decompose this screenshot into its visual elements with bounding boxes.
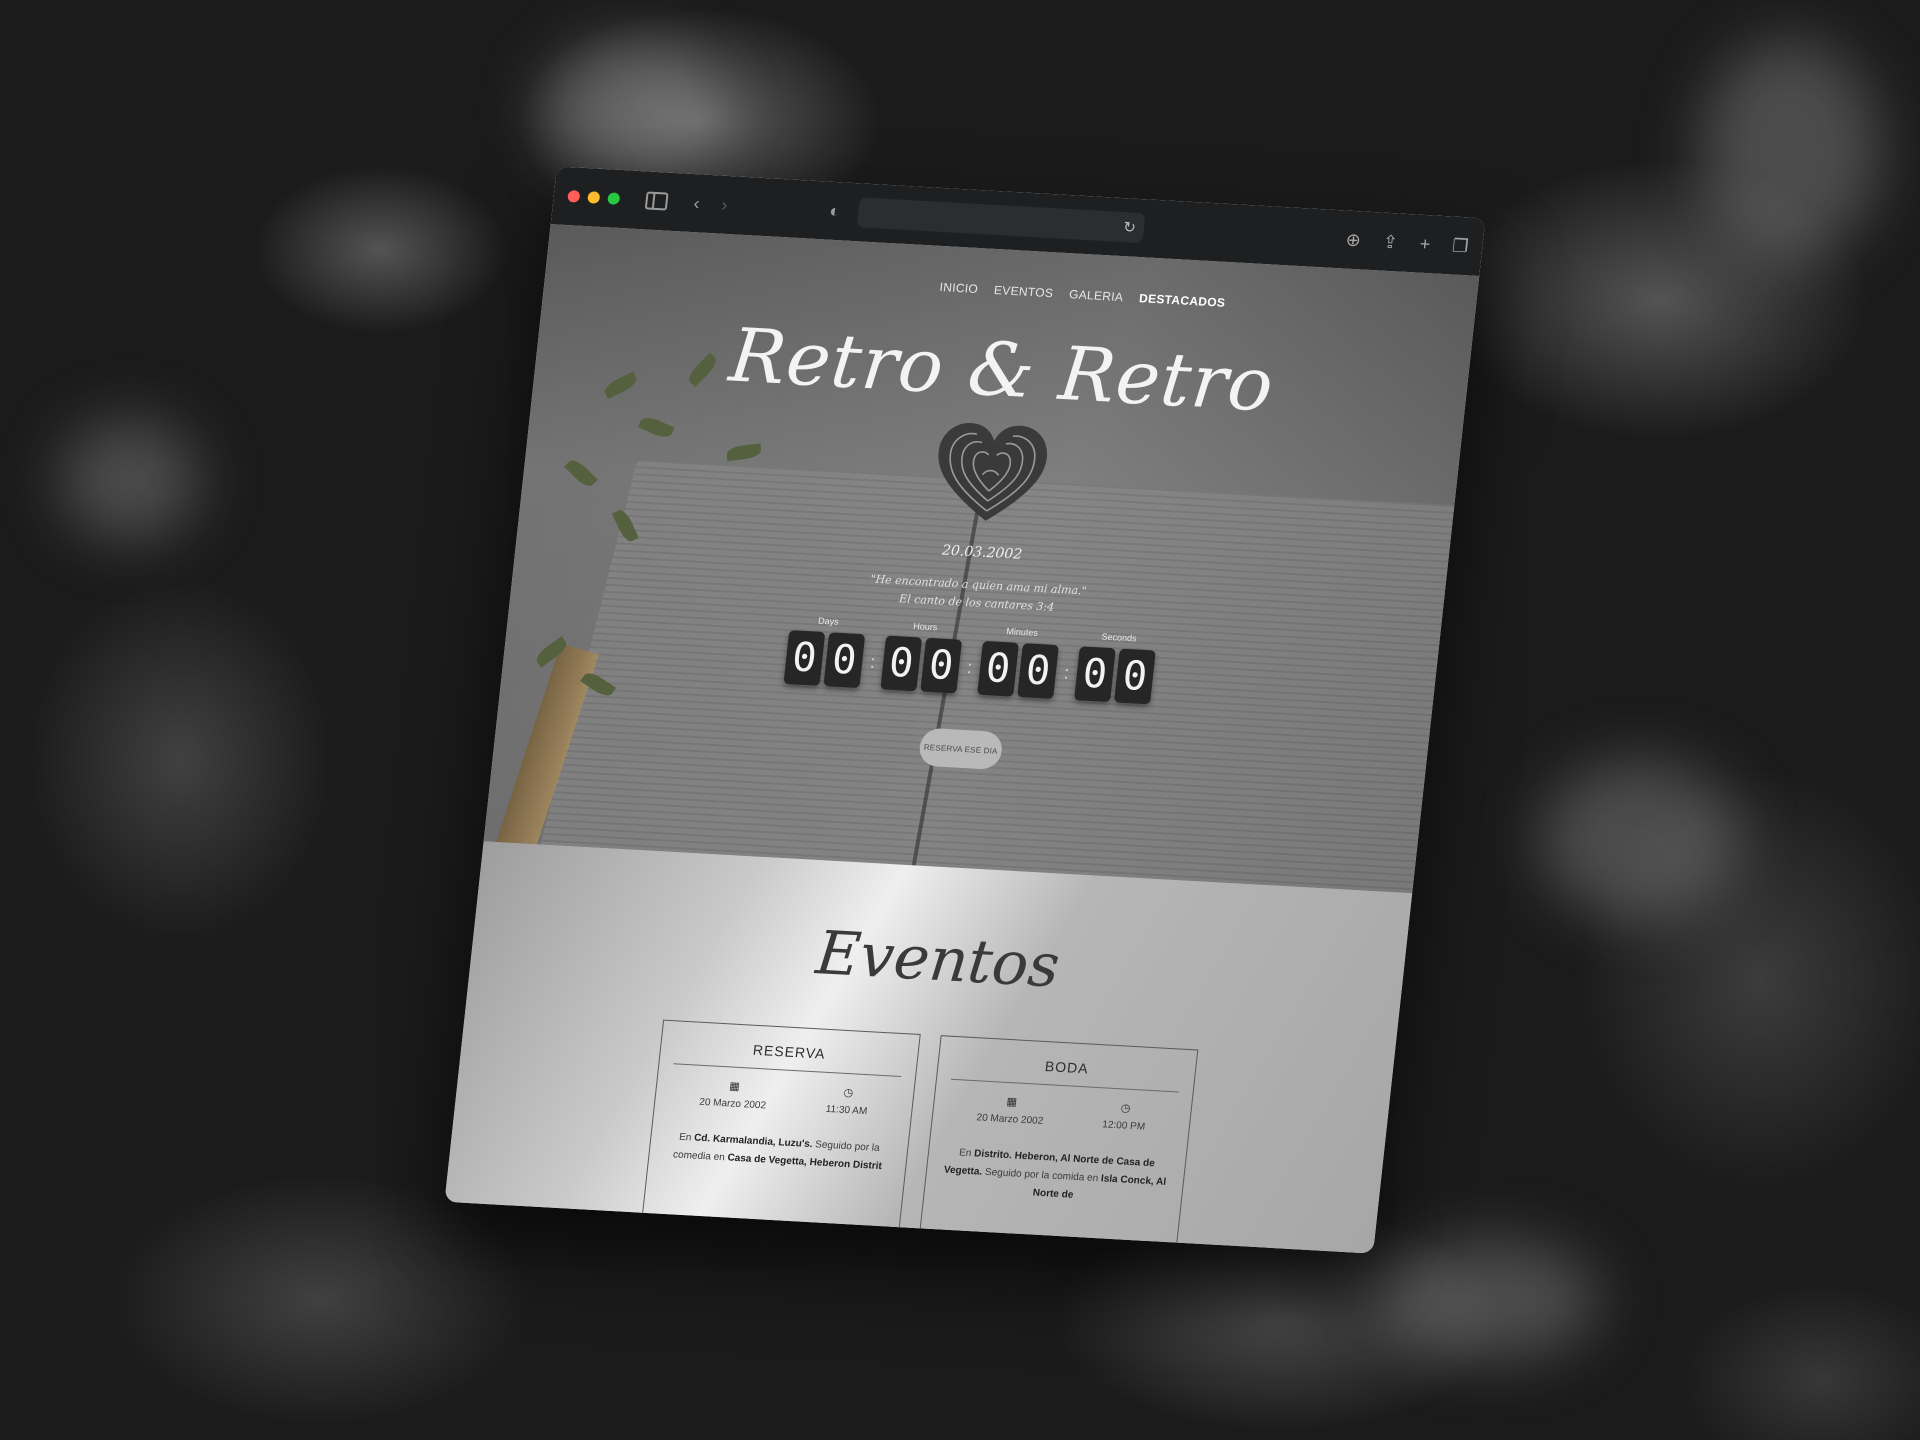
web-page: INICIO EVENTOS GALERIA DESTACADOS Retro … — [444, 224, 1480, 1254]
background-blur — [1380, 1240, 1600, 1360]
seconds-label: Seconds — [1101, 631, 1138, 644]
nav-item-inicio[interactable]: INICIO — [939, 280, 979, 296]
calendar-icon: ▦ — [1005, 1095, 1018, 1109]
countdown-digit: 0 — [823, 632, 866, 689]
background-blur — [60, 420, 200, 540]
sidebar-icon[interactable] — [644, 191, 669, 211]
new-tab-icon[interactable]: + — [1419, 233, 1432, 254]
olive-leaf — [563, 456, 598, 490]
window-controls — [567, 190, 621, 205]
event-description: En Cd. Karmalandia, Luzu's. Seguido por … — [663, 1128, 895, 1177]
tabs-overview-icon[interactable]: ❐ — [1451, 235, 1469, 257]
calendar-icon: ▦ — [728, 1080, 741, 1093]
download-icon[interactable]: ⊕ — [1345, 229, 1362, 251]
events-title: Eventos — [812, 918, 1063, 1002]
event-card-title: BODA — [950, 1052, 1182, 1093]
close-window-button[interactable] — [567, 190, 581, 203]
nav-item-destacados[interactable]: DESTACADOS — [1138, 291, 1226, 310]
event-card-boda: BODA ▦ 20 Marzo 2002 ◷ 12:00 PM En Distr… — [914, 1035, 1199, 1254]
event-date-col: ▦ 20 Marzo 2002 — [976, 1093, 1046, 1127]
event-desc-prefix: En — [678, 1131, 695, 1144]
event-time: 11:30 AM — [825, 1103, 868, 1118]
minimize-window-button[interactable] — [587, 191, 601, 204]
olive-leaf — [726, 443, 762, 462]
event-place-secondary: Casa de Vegetta, Heberon Distrit — [726, 1152, 883, 1173]
event-card-title: RESERVA — [673, 1037, 904, 1078]
countdown-separator: : — [1062, 662, 1071, 683]
countdown-digit: 0 — [880, 635, 923, 692]
countdown-digit: 0 — [920, 637, 963, 694]
countdown-digit: 0 — [1114, 648, 1156, 705]
background-blur — [1540, 760, 1740, 920]
shield-icon[interactable]: ◐ — [828, 201, 841, 222]
fingerprint-heart-icon — [938, 423, 1048, 521]
minutes-label: Minutes — [1005, 626, 1039, 638]
event-description: En Distrito. Heberon, Al Norte de Casa d… — [938, 1144, 1171, 1210]
background-blur — [540, 40, 720, 180]
countdown-digit: 0 — [1017, 643, 1059, 699]
countdown-digit: 0 — [1074, 646, 1116, 703]
countdown-days: Days 0 0 — [783, 614, 866, 689]
countdown-digit: 0 — [783, 630, 826, 686]
hero-section: INICIO EVENTOS GALERIA DESTACADOS Retro … — [483, 224, 1480, 894]
hours-label: Hours — [912, 621, 938, 633]
clock-icon: ◷ — [842, 1086, 854, 1100]
countdown-minutes: Minutes 0 0 — [977, 625, 1060, 699]
back-icon[interactable]: ‹ — [693, 193, 701, 213]
main-nav: INICIO EVENTOS GALERIA DESTACADOS — [939, 280, 1226, 310]
countdown-hours: Hours 0 0 — [880, 620, 963, 694]
maximize-window-button[interactable] — [607, 192, 621, 205]
event-time-col: ◷ 11:30 AM — [825, 1085, 870, 1117]
event-desc-prefix: En — [958, 1147, 975, 1160]
olive-leaf — [637, 414, 675, 441]
event-time: 12:00 PM — [1101, 1119, 1146, 1133]
address-bar[interactable]: ↻ — [856, 197, 1146, 244]
clock-icon: ◷ — [1120, 1102, 1132, 1115]
event-date: 20 Marzo 2002 — [975, 1112, 1044, 1127]
event-date-col: ▦ 20 Marzo 2002 — [698, 1078, 769, 1112]
toolbar-right: ⊕ ⇪ + ❐ — [1345, 229, 1470, 257]
event-card-meta: ▦ 20 Marzo 2002 ◷ 12:00 PM — [946, 1092, 1177, 1135]
forward-icon[interactable]: › — [720, 195, 728, 215]
browser-window: ‹ › ◐ ↻ ⊕ ⇪ + ❐ INICIO EVENTOS GALERIA D… — [444, 166, 1486, 1254]
countdown-digit: 0 — [977, 640, 1020, 697]
countdown-separator: : — [966, 657, 974, 678]
countdown-seconds: Seconds 0 0 — [1074, 630, 1157, 705]
event-time-col: ◷ 12:00 PM — [1102, 1100, 1148, 1132]
event-card-meta: ▦ 20 Marzo 2002 ◷ 11:30 AM — [669, 1076, 900, 1119]
share-icon[interactable]: ⇪ — [1382, 231, 1399, 253]
nav-item-eventos[interactable]: EVENTOS — [993, 283, 1054, 300]
event-date: 20 Marzo 2002 — [698, 1096, 767, 1112]
events-section: Eventos RESERVA ▦ 20 Marzo 2002 ◷ 11:30 … — [444, 841, 1413, 1254]
nav-item-galeria[interactable]: GALERIA — [1068, 287, 1124, 304]
event-place: Cd. Karmalandia, Luzu's. — [693, 1132, 814, 1151]
days-label: Days — [817, 615, 840, 627]
background-blur — [1700, 40, 1880, 260]
event-desc-mid: Seguido por la comida en — [981, 1166, 1102, 1185]
countdown-separator: : — [869, 651, 877, 672]
reload-icon[interactable]: ↻ — [1122, 218, 1137, 237]
event-card-reserva: RESERVA ▦ 20 Marzo 2002 ◷ 11:30 AM En Cd… — [637, 1019, 921, 1254]
reserve-day-button[interactable]: RESERVA ESE DIA — [917, 727, 1004, 771]
